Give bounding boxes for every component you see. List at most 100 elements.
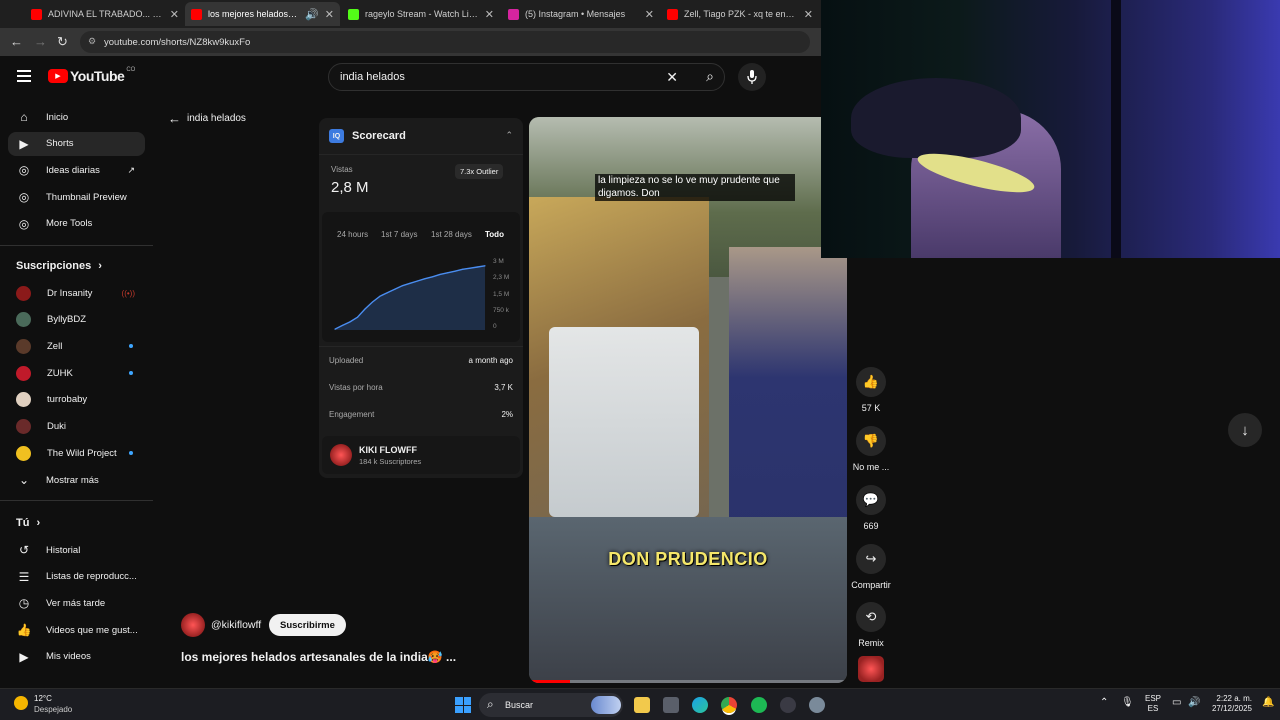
sidebar-item[interactable]: 👍 Videos que me gust... xyxy=(8,618,145,642)
sound-thumbnail[interactable] xyxy=(858,656,884,682)
back-label: india helados xyxy=(187,113,246,124)
sidebar-item[interactable]: ◷ Ver más tarde xyxy=(8,591,145,615)
short-video-player[interactable]: la limpieza no se lo ve muy prudente que… xyxy=(529,117,847,683)
show-more-button[interactable]: ⌄ Mostrar más xyxy=(8,468,145,492)
sidebar-item[interactable]: ▶ Mis videos xyxy=(8,645,145,669)
thumbs-up-icon: 👍 xyxy=(16,623,32,638)
tab-audio-icon[interactable]: 🔊 xyxy=(305,8,319,21)
search-input[interactable]: india helados ✕ ⌕ xyxy=(328,63,725,91)
notification-bell-icon[interactable]: 🔔 xyxy=(1262,697,1274,708)
chart-point xyxy=(341,324,344,326)
subscription-item[interactable]: Zell xyxy=(8,334,145,358)
chrome-icon[interactable] xyxy=(721,697,737,713)
video-channel-handle[interactable]: @kikiflowff xyxy=(211,619,261,631)
url-text: youtube.com/shorts/NZ8kw9kuxFo xyxy=(104,36,251,48)
like-button[interactable]: 👍 57 K xyxy=(849,367,893,413)
remix-icon: ⟲ xyxy=(856,602,886,632)
range-tab[interactable]: Todo xyxy=(485,230,504,239)
channel-subs: 184 k Suscriptores xyxy=(359,457,422,466)
next-short-down-arrow-icon[interactable]: ↓ xyxy=(1228,413,1262,447)
reload-icon[interactable]: ↻ xyxy=(57,34,68,50)
taskbar: 12°C Despejado ⌕ Buscar ⌃ 🎙 ESP ES ▭ 🔊 2… xyxy=(0,688,1280,720)
tools-icon: ◎ xyxy=(18,216,30,231)
file-explorer-icon[interactable] xyxy=(634,697,650,713)
back-arrow-icon[interactable]: ← xyxy=(10,34,23,49)
browser-tab[interactable]: ADIVINA EL TRABADO... - YouTube ✕ xyxy=(25,2,185,26)
subscription-item[interactable]: ZUHK xyxy=(8,361,145,385)
subscription-item[interactable]: Dr Insanity ((•)) xyxy=(8,281,145,305)
tab-close-icon[interactable]: ✕ xyxy=(325,8,334,21)
collapse-chevron-icon[interactable]: ⌃ xyxy=(505,130,513,141)
subscription-item[interactable]: Duki xyxy=(8,415,145,439)
range-tab[interactable]: 1st 7 days xyxy=(381,230,417,239)
back-to-search[interactable]: ← india helados xyxy=(168,111,246,126)
sidebar-item[interactable]: ☰ Listas de reproducc... xyxy=(8,565,145,589)
subscriptions-title: Suscripciones xyxy=(16,260,92,272)
tab-close-icon[interactable]: ✕ xyxy=(645,8,654,21)
you-heading[interactable]: Tú › xyxy=(16,517,40,529)
obs-icon[interactable] xyxy=(780,697,796,713)
subscription-item[interactable]: The Wild Project xyxy=(8,441,145,465)
browser-tab[interactable]: los mejores helados artesanales 🔊 ✕ xyxy=(185,2,340,26)
forward-arrow-icon[interactable]: → xyxy=(34,34,47,49)
share-button[interactable]: ↪ Compartir xyxy=(849,544,893,590)
subscription-item[interactable]: turrobaby xyxy=(8,388,145,412)
subscriptions-heading[interactable]: Suscripciones › xyxy=(16,260,102,272)
range-tab[interactable]: 24 hours xyxy=(337,230,368,239)
chart-y-tick: 0 xyxy=(493,323,497,331)
browser-tab[interactable]: rageylo Stream - Watch Live on Kick ✕ xyxy=(342,2,500,26)
sidebar-item[interactable]: ⌂ Inicio xyxy=(8,105,145,129)
video-title[interactable]: los mejores helados artesanales de la in… xyxy=(181,650,456,664)
menu-icon[interactable] xyxy=(17,70,31,82)
browser-tab[interactable]: Zell, Tiago PZK - xq te enamoraste ✕ xyxy=(661,2,819,26)
weather-temp[interactable]: 12°C xyxy=(34,694,52,703)
weather-desc[interactable]: Despejado xyxy=(34,705,72,714)
sidebar-item[interactable]: ◎ Ideas diarias ↗ xyxy=(8,158,145,182)
home-icon: ⌂ xyxy=(20,110,28,124)
video-channel-avatar[interactable] xyxy=(181,613,205,637)
scorecard-title: Scorecard xyxy=(352,130,406,142)
settings-icon[interactable] xyxy=(809,697,825,713)
youtube-logo[interactable]: ▶ YouTube CO xyxy=(48,67,135,84)
tab-close-icon[interactable]: ✕ xyxy=(485,8,494,21)
remix-button[interactable]: ⟲ Remix xyxy=(849,602,893,648)
thumbnail-icon: ◎ xyxy=(18,190,30,205)
taskbar-search-box[interactable]: ⌕ Buscar xyxy=(479,693,623,717)
sidebar-item[interactable]: ◎ More Tools xyxy=(8,212,145,236)
stat-value: 3,7 K xyxy=(494,383,513,392)
url-field[interactable]: ⚙ youtube.com/shorts/NZ8kw9kuxFo xyxy=(80,31,810,53)
range-tab[interactable]: 1st 28 days xyxy=(431,230,472,239)
search-icon[interactable]: ⌕ xyxy=(706,68,714,85)
dislike-button[interactable]: 👎 No me ... xyxy=(849,426,893,472)
sidebar-item[interactable]: ◎ Thumbnail Preview xyxy=(8,185,145,209)
channel-card[interactable]: KIKI FLOWFF 184 k Suscriptores xyxy=(322,436,520,474)
weather-sun-icon[interactable] xyxy=(14,696,28,710)
store-icon[interactable] xyxy=(663,697,679,713)
network-icon[interactable]: ▭ xyxy=(1172,697,1181,708)
edge-icon[interactable] xyxy=(692,697,708,713)
volume-icon[interactable]: 🔊 xyxy=(1188,697,1200,708)
language-indicator[interactable]: ESP ES xyxy=(1145,694,1161,714)
sidebar-item[interactable]: ↺ Historial xyxy=(8,538,145,562)
tab-close-icon[interactable]: ✕ xyxy=(804,8,813,21)
new-content-dot xyxy=(129,344,133,349)
chart-point xyxy=(439,273,441,276)
voice-search-button[interactable] xyxy=(738,63,766,91)
windows-start-icon[interactable] xyxy=(455,697,471,713)
clear-search-icon[interactable]: ✕ xyxy=(666,69,678,86)
views-label: Vistas xyxy=(331,165,353,174)
subscribe-button[interactable]: Suscribirme xyxy=(269,614,346,636)
clock[interactable]: 2:22 a. m. 27/12/2025 xyxy=(1206,694,1252,714)
tray-mic-icon[interactable]: 🎙 xyxy=(1121,697,1134,708)
subscription-item[interactable]: ByllyBDZ xyxy=(8,308,145,332)
outlier-badge: 7.3x Outlier xyxy=(455,164,504,179)
tray-chevron-icon[interactable]: ⌃ xyxy=(1100,697,1108,708)
site-info-icon[interactable]: ⚙ xyxy=(88,36,96,47)
spotify-icon[interactable] xyxy=(751,697,767,713)
sidebar-item[interactable]: ▶ Shorts xyxy=(8,131,145,156)
browser-tab[interactable]: (5) Instagram • Mensajes ✕ xyxy=(502,2,660,26)
tab-close-icon[interactable]: ✕ xyxy=(170,8,179,21)
comment-button[interactable]: 💬 669 xyxy=(849,485,893,531)
video-progress-track[interactable] xyxy=(529,680,847,683)
chart-point xyxy=(379,295,381,297)
